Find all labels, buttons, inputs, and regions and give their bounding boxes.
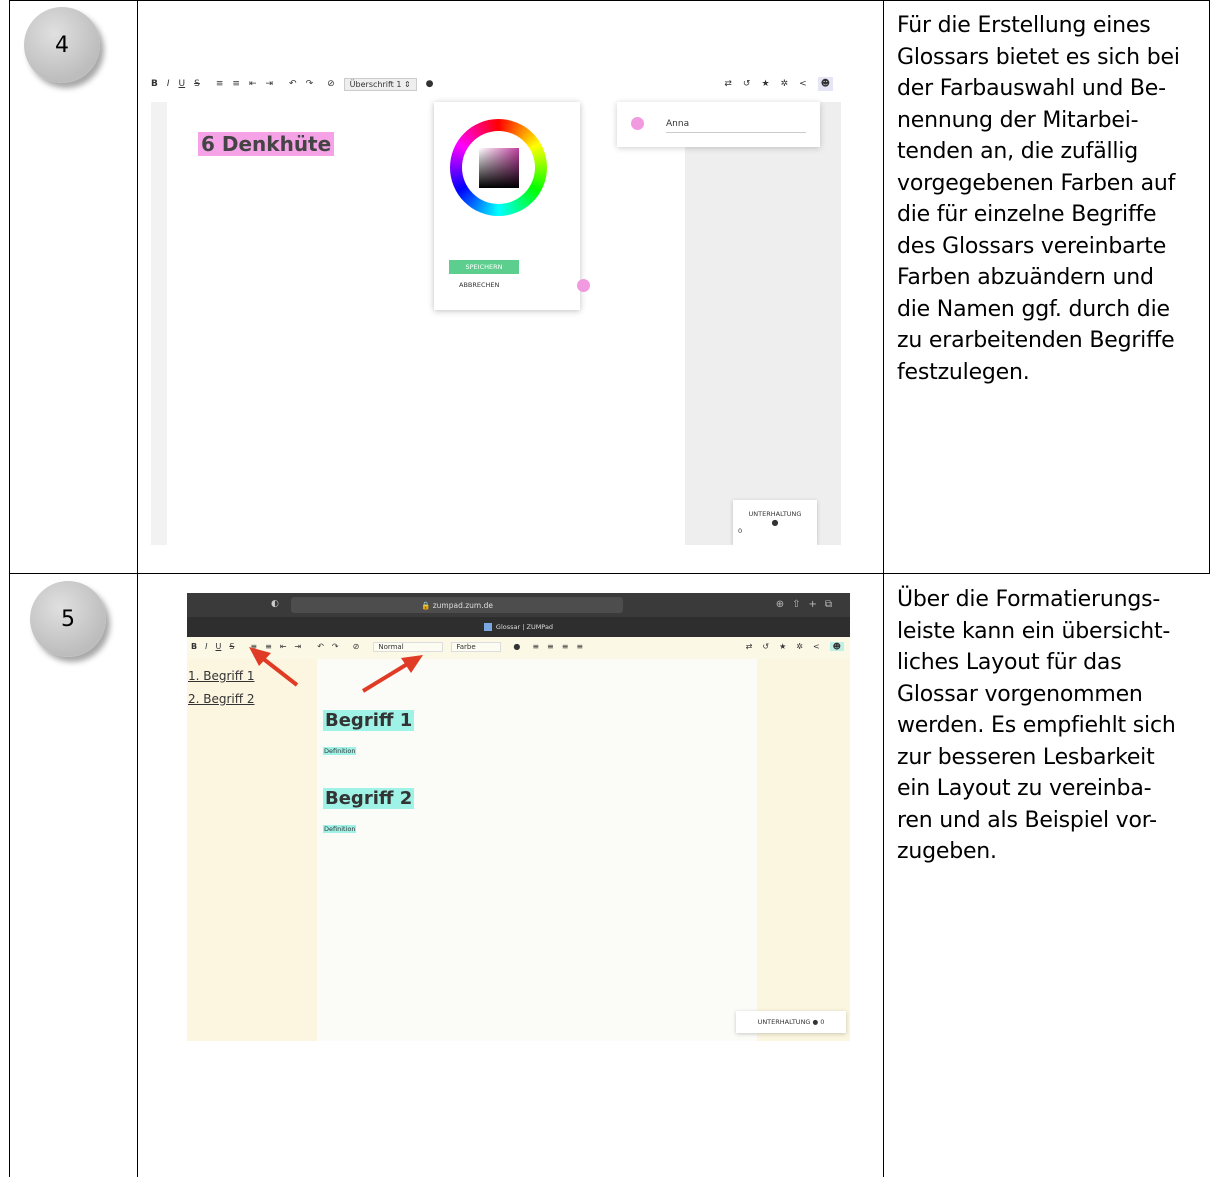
strikethrough-button[interactable]: S (194, 79, 200, 89)
undo-button[interactable]: ↶ (289, 79, 297, 89)
table-row-divider (9, 573, 1210, 574)
chat-label: UNTERHALTUNG (748, 510, 802, 518)
table-col-divider-1 (137, 0, 138, 1177)
arrow-to-format-buttons (249, 647, 299, 687)
chat-box[interactable]: UNTERHALTUNG ● 0 (733, 500, 817, 545)
step-number-badge: 5 (30, 581, 106, 657)
bullet-list-button[interactable]: ≡ (232, 79, 240, 89)
color-picker-dialog: SPEICHERN ABBRECHEN (434, 102, 590, 310)
share-icon[interactable]: < (799, 79, 807, 89)
underline-button[interactable]: U (179, 79, 186, 89)
settings-icon[interactable]: ✲ (781, 79, 789, 89)
document-page[interactable] (167, 102, 685, 545)
import-export-icon[interactable]: ⇄ (724, 79, 732, 89)
timeslider-icon[interactable]: ↺ (743, 79, 751, 89)
selected-color-swatch (577, 279, 590, 292)
table-left-border (9, 0, 10, 1177)
heading-style-value: Überschrift 1 (349, 79, 402, 89)
screenshot-color-picker: B I U S ≡ ≡ ⇤ ⇥ ↶ ↷ ⊘ Überschrift 1 ⇕ ● … (151, 62, 841, 545)
page: 4 Für die Erstellung eines Glossars biet… (0, 0, 1215, 1177)
annotation-arrows (249, 647, 423, 693)
color-wheel[interactable] (450, 119, 547, 216)
step-number-badge: 4 (24, 7, 100, 83)
document-heading: 6 Denkhüte (198, 132, 335, 156)
cancel-button[interactable]: ABBRECHEN (459, 281, 499, 289)
save-button[interactable]: SPEICHERN (449, 260, 519, 274)
ordered-list-button[interactable]: ≡ (216, 79, 224, 89)
users-icon[interactable]: ☻ (817, 77, 833, 91)
user-color-swatch[interactable] (631, 117, 644, 130)
step-number: 5 (61, 606, 75, 632)
chat-bubble-icon: ● (771, 518, 779, 527)
editor-area (151, 102, 685, 545)
outdent-button[interactable]: ⇤ (249, 79, 257, 89)
color-saturation-square[interactable] (479, 148, 519, 188)
chat-count: 0 (738, 527, 743, 535)
user-name-field[interactable]: Anna (666, 119, 689, 129)
user-list-panel: Anna (617, 102, 820, 147)
heading-style-select[interactable]: Überschrift 1 ⇕ (343, 77, 417, 91)
indent-button[interactable]: ⇥ (265, 79, 273, 89)
italic-button[interactable]: I (167, 79, 170, 89)
arrow-to-style-select (361, 655, 423, 693)
bold-button[interactable]: B (151, 79, 158, 89)
user-name-underline (666, 132, 806, 133)
step-description: Für die Erstellung eines Glossars bietet… (897, 13, 1180, 385)
side-pane (685, 102, 841, 545)
settings-toolbar: ⇄ ↺ ★ ✲ < ☻ (713, 74, 833, 94)
star-icon[interactable]: ★ (761, 79, 769, 89)
table-col-divider-2 (883, 0, 884, 1177)
redo-button[interactable]: ↷ (306, 79, 314, 89)
format-toolbar: B I U S ≡ ≡ ⇤ ⇥ ↶ ↷ ⊘ Überschrift 1 ⇕ ● (151, 74, 443, 94)
screenshot-format-toolbar: ◐ 🔒 zumpad.zum.de ⊕⇧+⧉ Glossar | ZUMPad … (187, 593, 850, 1041)
table-top-border (9, 0, 1210, 1)
step-description: Über die Formatierungs- leiste kann ein … (897, 587, 1176, 864)
clear-authorship-button[interactable]: ⊘ (327, 79, 335, 89)
table-right-border (1209, 0, 1210, 573)
step-number: 4 (55, 32, 69, 58)
comment-icon[interactable]: ● (426, 79, 434, 89)
